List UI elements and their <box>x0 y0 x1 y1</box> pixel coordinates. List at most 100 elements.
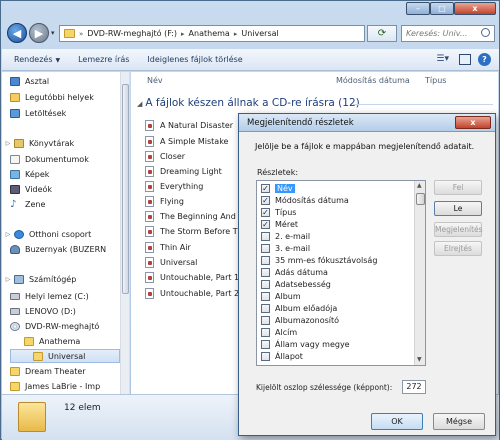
checkbox-icon[interactable] <box>261 280 270 289</box>
sidebar-item-homegroup[interactable]: ▷ Otthoni csoport <box>4 227 91 241</box>
choose-details-dialog: Megjelenítendő részletek x Jelölje be a … <box>238 113 496 436</box>
scrollbar-thumb[interactable] <box>122 84 129 294</box>
hide-button[interactable]: Elrejtés <box>434 241 482 256</box>
scrollbar-thumb[interactable] <box>416 193 425 205</box>
move-down-button[interactable]: Le <box>434 201 482 216</box>
cancel-button[interactable]: Mégse <box>433 413 485 430</box>
sidebar-item-recent-places[interactable]: Legutóbbi helyek <box>10 90 94 104</box>
sidebar-item-drive-d[interactable]: LENOVO (D:) <box>10 304 76 318</box>
refresh-button[interactable]: ⟳ <box>367 25 397 42</box>
column-header-name[interactable]: Név <box>147 76 163 85</box>
file-item[interactable]: Everything <box>145 179 203 193</box>
sidebar-item-downloads[interactable]: Letöltések <box>10 106 66 120</box>
drive-icon <box>10 292 20 300</box>
checkbox-icon[interactable] <box>261 232 270 241</box>
close-button[interactable]: x <box>454 2 496 15</box>
checkbox-checked-icon[interactable]: ✓ <box>261 184 270 193</box>
file-item[interactable]: Dreaming Light <box>145 164 222 178</box>
expand-icon[interactable]: ▷ <box>4 276 12 283</box>
sidebar-scrollbar[interactable] <box>120 72 129 394</box>
dialog-titlebar[interactable]: Megjelenítendő részletek x <box>239 114 495 132</box>
sidebar-item-videos[interactable]: Videók <box>10 182 52 196</box>
checkbox-icon[interactable] <box>261 304 270 313</box>
sidebar-item-james-labrie[interactable]: James LaBrie - Imp <box>10 379 100 393</box>
organize-button[interactable]: Rendezés ▼ <box>14 55 60 64</box>
column-width-input[interactable]: 272 <box>402 380 426 394</box>
scroll-down-icon[interactable]: ▼ <box>417 356 422 363</box>
scroll-up-icon[interactable]: ▲ <box>417 182 422 189</box>
audio-file-icon <box>145 180 154 192</box>
burn-button[interactable]: Lemezre írás <box>78 55 129 64</box>
checkbox-icon[interactable] <box>261 328 270 337</box>
sidebar-item-anathema[interactable]: Anathema <box>24 334 80 348</box>
refresh-icon: ⟳ <box>377 28 387 39</box>
column-header-type[interactable]: Típus <box>425 76 446 85</box>
sidebar-item-libraries[interactable]: ▷ Könyvtárak <box>4 136 74 150</box>
collapse-icon[interactable]: ◢ <box>137 100 142 108</box>
delete-temp-files-button[interactable]: Ideiglenes fájlok törlése <box>147 55 242 64</box>
sidebar-item-pictures[interactable]: Képek <box>10 167 49 181</box>
checkbox-icon[interactable] <box>261 268 270 277</box>
checkbox-icon[interactable] <box>261 352 270 361</box>
checkbox-checked-icon[interactable]: ✓ <box>261 196 270 205</box>
search-input[interactable]: Keresés: Univ... <box>401 25 495 42</box>
expand-icon[interactable]: ▷ <box>4 140 12 147</box>
file-item[interactable]: Thin Air <box>145 240 191 254</box>
forward-button[interactable]: ▶ <box>29 23 49 43</box>
file-item[interactable]: A Simple Mistake <box>145 134 228 148</box>
file-item[interactable]: The Storm Before The <box>145 224 248 238</box>
checkbox-icon[interactable] <box>261 256 270 265</box>
sidebar-item-music[interactable]: ♪ Zene <box>10 197 45 211</box>
search-icon <box>481 28 490 37</box>
sidebar-item-desktop[interactable]: Asztal <box>10 74 49 88</box>
column-header-modified[interactable]: Módosítás dátuma <box>336 76 410 85</box>
breadcrumb-separator[interactable]: » <box>79 30 83 38</box>
group-header[interactable]: ◢ A fájlok készen állnak a CD-re írásra (… <box>137 97 360 109</box>
file-item[interactable]: Untouchable, Part 1 <box>145 270 239 284</box>
breadcrumb-separator[interactable]: ▸ <box>181 30 185 38</box>
sidebar-item-computer[interactable]: ▷ Számítógép <box>4 272 76 286</box>
help-icon[interactable]: ? <box>478 53 491 66</box>
expand-icon[interactable]: ▷ <box>4 231 12 238</box>
sidebar-item-documents[interactable]: Dokumentumok <box>10 152 89 166</box>
back-button[interactable]: ◀ <box>7 23 27 43</box>
checkbox-icon[interactable] <box>261 292 270 301</box>
file-item[interactable]: Untouchable, Part 2 <box>145 286 239 300</box>
sidebar-item-user[interactable]: Buzernyak (BUZERN <box>10 242 106 256</box>
ok-button[interactable]: OK <box>371 413 423 430</box>
preview-pane-icon[interactable] <box>459 54 471 65</box>
sidebar-item-universal[interactable]: Universal <box>10 349 120 363</box>
minimize-button[interactable]: – <box>406 2 430 15</box>
file-item[interactable]: Universal <box>145 255 197 269</box>
file-item[interactable]: Closer <box>145 149 185 163</box>
checkbox-checked-icon[interactable]: ✓ <box>261 220 270 229</box>
detail-item[interactable]: Állapot <box>261 350 303 363</box>
maximize-button[interactable]: □ <box>430 2 454 15</box>
file-item[interactable]: The Beginning And The <box>145 209 253 223</box>
checkbox-icon[interactable] <box>261 316 270 325</box>
checkbox-checked-icon[interactable]: ✓ <box>261 208 270 217</box>
dialog-description: Jelölje be a fájlok e mappában megjelení… <box>255 142 475 151</box>
breadcrumb-anathema[interactable]: Anathema <box>189 29 230 38</box>
breadcrumb-universal[interactable]: Universal <box>241 29 278 38</box>
recent-places-icon <box>10 92 20 102</box>
address-field[interactable]: » DVD-RW-meghajtó (F:) ▸ Anathema ▸ Univ… <box>59 25 365 42</box>
show-button[interactable]: Megjelenítés <box>434 222 483 237</box>
dialog-close-button[interactable]: x <box>455 116 491 129</box>
breadcrumb-dvd[interactable]: DVD-RW-meghajtó (F:) <box>87 29 177 38</box>
file-item[interactable]: Flying <box>145 194 184 208</box>
sidebar-item-dream-theater[interactable]: Dream Theater <box>10 364 86 378</box>
recent-pages-dropdown[interactable]: ▾ <box>51 29 55 37</box>
breadcrumb-separator[interactable]: ▸ <box>234 30 238 38</box>
checkbox-icon[interactable] <box>261 244 270 253</box>
checkbox-icon[interactable] <box>261 340 270 349</box>
view-options-icon[interactable]: ☰▾ <box>436 54 449 64</box>
file-item[interactable]: A Natural Disaster <box>145 118 233 132</box>
sidebar-item-dvd[interactable]: DVD-RW-meghajtó <box>10 319 99 333</box>
details-scrollbar[interactable]: ▲ ▼ <box>414 181 425 365</box>
sidebar-item-drive-c[interactable]: Helyi lemez (C:) <box>10 289 89 303</box>
move-up-button[interactable]: Fel <box>434 180 482 195</box>
downloads-icon <box>10 108 20 118</box>
desktop-icon <box>10 76 20 86</box>
details-list[interactable]: ✓ Név ✓ Módosítás dátuma ✓ Típus ✓ Méret 2. … <box>256 180 426 366</box>
